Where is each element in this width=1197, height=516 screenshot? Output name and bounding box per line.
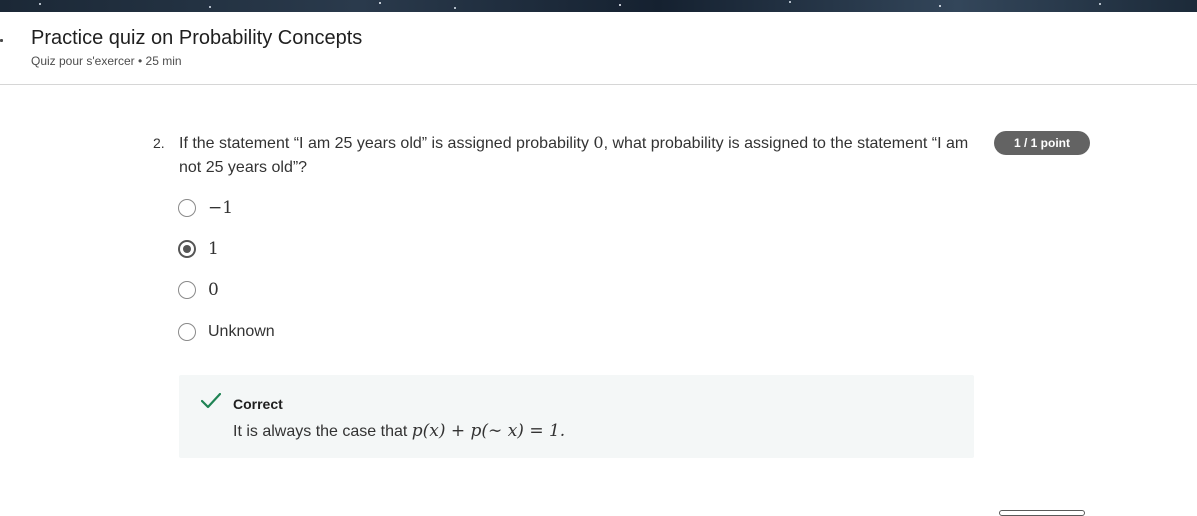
radio-button[interactable] — [178, 199, 196, 217]
checkmark-icon — [200, 392, 222, 414]
page-title: Practice quiz on Probability Concepts — [31, 27, 363, 49]
answer-option[interactable]: −1 — [178, 197, 233, 219]
feedback-explanation: It is always the case that p(x) + p(∼ x)… — [233, 421, 565, 441]
page-subtitle: Quiz pour s'exercer • 25 min — [31, 54, 182, 68]
radio-button[interactable] — [178, 323, 196, 341]
header-banner — [0, 0, 1197, 12]
answer-option[interactable]: 0 — [178, 279, 219, 301]
answer-option[interactable]: Unknown — [178, 321, 275, 343]
answer-option[interactable]: 1 — [178, 238, 219, 260]
radio-button[interactable] — [178, 281, 196, 299]
feedback-text: It is always the case that — [233, 423, 412, 440]
question-text: If the statement “I am 25 years old” is … — [179, 131, 979, 180]
back-arrow-icon[interactable] — [0, 39, 3, 42]
question-math: 0 — [593, 133, 604, 152]
feedback-status: Correct — [233, 396, 283, 412]
question-number: 2. — [153, 135, 165, 151]
feedback-panel: Correct It is always the case that p(x) … — [179, 375, 974, 458]
option-label: Unknown — [208, 323, 275, 340]
question-text-part1: If the statement “I am 25 years old” is … — [179, 135, 594, 152]
option-label: 0 — [208, 280, 219, 300]
feedback-formula: p(x) + p(∼ x) = 1. — [411, 421, 566, 441]
quiz-header: Practice quiz on Probability Concepts Qu… — [0, 12, 1197, 85]
points-badge: 1 / 1 point — [994, 131, 1090, 155]
next-button[interactable] — [999, 510, 1085, 516]
radio-button-selected[interactable] — [178, 240, 196, 258]
option-label: −1 — [208, 198, 234, 218]
option-label: 1 — [208, 239, 219, 259]
